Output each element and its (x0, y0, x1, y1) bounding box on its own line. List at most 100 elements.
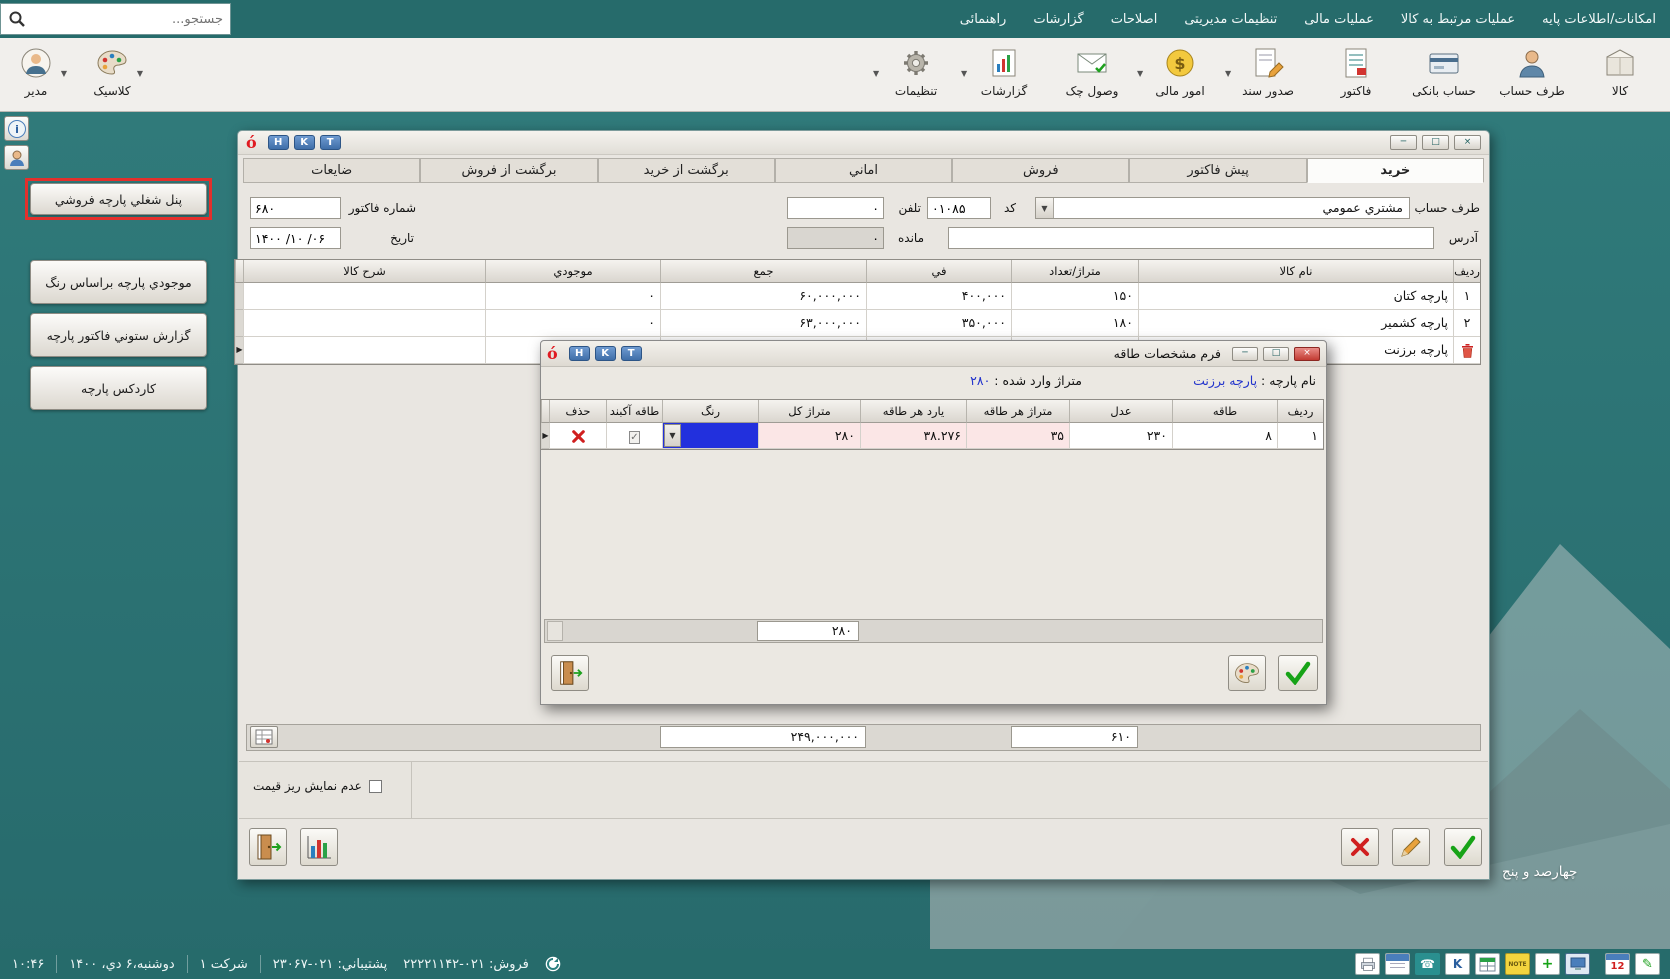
edit-button[interactable] (1392, 828, 1430, 866)
taskbar-edit-note-icon[interactable]: ✎ (1635, 953, 1660, 975)
chevron-down-icon[interactable]: ▼ (1137, 69, 1143, 78)
k-shortcut-button[interactable]: K (595, 346, 616, 361)
cell-stock[interactable]: ۰ (485, 310, 660, 337)
cell-row-number[interactable]: ۲ (1453, 310, 1480, 337)
menu-item-base-info[interactable]: امکانات/اطلاعات پایه (1542, 12, 1656, 27)
tab-purchase[interactable]: خريد (1307, 158, 1484, 183)
cell-yard-per-bale[interactable]: ۳۸.۲۷۶ (860, 423, 966, 449)
account-party-combobox[interactable]: مشتري عمومي ▼ (1035, 197, 1410, 219)
toolbar-cheque-collection-button[interactable]: وصول چک (1048, 41, 1136, 108)
taskbar-printer-icon[interactable] (1355, 953, 1380, 975)
address-field[interactable] (948, 227, 1434, 249)
grid-report-button[interactable] (250, 726, 278, 748)
chevron-down-icon[interactable]: ▼ (1225, 69, 1231, 78)
dialog-confirm-button[interactable] (1278, 655, 1318, 691)
cell-item-name[interactable]: پارچه کشمير (1138, 310, 1453, 337)
maximize-button[interactable]: □ (1422, 135, 1449, 150)
t-shortcut-button[interactable]: T (320, 135, 341, 150)
cell-description[interactable] (243, 337, 485, 364)
cell-row-selector[interactable] (235, 283, 243, 310)
taskbar-monitor-icon[interactable] (1565, 953, 1590, 975)
cell-description[interactable] (243, 310, 485, 337)
tab-purchase-return[interactable]: برگشت از خريد (598, 158, 775, 183)
hide-price-checkbox[interactable] (369, 780, 382, 793)
sidebar-stock-by-color-button[interactable]: موجودي پارچه براساس رنگ (30, 260, 207, 304)
delete-row-button[interactable] (1453, 337, 1480, 364)
exit-button[interactable] (249, 828, 287, 866)
cell-total[interactable]: ۶۰,۰۰۰,۰۰۰ (660, 283, 866, 310)
toolbar-settings-button[interactable]: ▼ تنظیمات (872, 41, 960, 108)
cell-unit-price[interactable]: ۴۰۰,۰۰۰ (866, 283, 1011, 310)
sidebar-fabric-kardex-button[interactable]: کاردکس پارچه (30, 366, 207, 410)
tab-consignment[interactable]: اماني (775, 158, 952, 183)
cell-quantity[interactable]: ۱۵۰ (1011, 283, 1138, 310)
taskbar-new-document-icon[interactable]: + (1535, 953, 1560, 975)
cell-row-number[interactable]: ۱ (1453, 283, 1480, 310)
chevron-down-icon[interactable]: ▼ (1036, 198, 1054, 218)
menu-item-admin-settings[interactable]: تنظیمات مدیریتی (1184, 12, 1277, 27)
toolbar-invoice-button[interactable]: فاکتور (1312, 41, 1400, 108)
cancel-button[interactable] (1341, 828, 1379, 866)
sealed-bale-cell[interactable]: ✓ (606, 423, 662, 449)
k-shortcut-button[interactable]: K (294, 135, 315, 150)
search-box[interactable] (0, 3, 231, 35)
toolbar-goods-button[interactable]: کالا (1576, 41, 1664, 108)
menu-item-goods-operations[interactable]: عملیات مرتبط به کالا (1401, 12, 1515, 27)
toolbar-financial-affairs-button[interactable]: ▼ $ امور مالی (1136, 41, 1224, 108)
chart-button[interactable] (300, 828, 338, 866)
code-field[interactable] (927, 197, 991, 219)
menu-item-corrections[interactable]: اصلاحات (1111, 12, 1158, 27)
sidebar-column-report-button[interactable]: گزارش ستوني فاکتور پارچه (30, 313, 207, 357)
minimize-button[interactable]: ─ (1390, 135, 1417, 150)
delete-row-button[interactable] (549, 423, 606, 449)
cell-stock[interactable]: ۰ (485, 283, 660, 310)
cell-bale[interactable]: ۸ (1172, 423, 1277, 449)
toolbar-account-party-button[interactable]: طرف حساب (1488, 41, 1576, 108)
info-button[interactable]: i (4, 116, 29, 141)
toolbar-bank-account-button[interactable]: حساب بانکی (1400, 41, 1488, 108)
color-picker-cell[interactable]: ▼ (662, 423, 758, 449)
dialog-exit-button[interactable] (551, 655, 589, 691)
cell-unit-price[interactable]: ۳۵۰,۰۰۰ (866, 310, 1011, 337)
menu-item-reports[interactable]: گزارشات (1033, 12, 1083, 27)
cell-item-name[interactable]: پارچه کتان (1138, 283, 1453, 310)
menu-item-financial-operations[interactable]: عملیات مالی (1304, 12, 1374, 27)
invoice-number-field[interactable] (250, 197, 341, 219)
cell-meter-per-bale[interactable]: ۳۵ (966, 423, 1069, 449)
cell-description[interactable] (243, 283, 485, 310)
phone-field[interactable] (787, 197, 884, 219)
dialog-minimize-button[interactable]: ─ (1232, 347, 1258, 361)
chevron-down-icon[interactable]: ▼ (664, 424, 681, 447)
cell-total[interactable]: ۶۳,۰۰۰,۰۰۰ (660, 310, 866, 337)
dialog-color-button[interactable] (1228, 655, 1266, 691)
hide-price-detail-option[interactable]: عدم نمايش ريز قيمت (253, 779, 382, 793)
close-button[interactable]: × (1454, 135, 1481, 150)
taskbar-calendar-icon[interactable] (1385, 953, 1410, 975)
taskbar-note-icon[interactable]: NOTE (1505, 953, 1530, 975)
sealed-bale-checkbox[interactable]: ✓ (629, 431, 639, 444)
tab-wastage[interactable]: ضايعات (243, 158, 420, 183)
dialog-maximize-button[interactable]: □ (1263, 347, 1289, 361)
cell-row-selector[interactable] (235, 310, 243, 337)
t-shortcut-button[interactable]: T (621, 346, 642, 361)
manager-view-button[interactable]: ▼ مدیر (6, 41, 66, 108)
cell-adl[interactable]: ۲۳۰ (1069, 423, 1172, 449)
toolbar-reports-button[interactable]: ▼ گزارشات (960, 41, 1048, 108)
classic-view-button[interactable]: ▼ کلاسیک (82, 41, 142, 108)
menu-item-help[interactable]: راهنمائی (960, 12, 1007, 27)
chevron-down-icon[interactable]: ▼ (873, 69, 879, 78)
tab-proforma[interactable]: پيش فاکتور (1129, 158, 1306, 183)
taskbar-phone-icon[interactable]: ☎ (1415, 953, 1440, 975)
dialog-close-button[interactable]: × (1294, 347, 1320, 361)
date-field[interactable] (250, 227, 341, 249)
h-shortcut-button[interactable]: H (569, 346, 590, 361)
user-button[interactable] (4, 145, 29, 170)
cell-row-number[interactable]: ۱ (1277, 423, 1323, 449)
toolbar-issue-document-button[interactable]: ▼ صدور سند (1224, 41, 1312, 108)
h-shortcut-button[interactable]: H (268, 135, 289, 150)
tab-sale[interactable]: فروش (952, 158, 1129, 183)
chevron-down-icon[interactable]: ▼ (61, 69, 67, 78)
taskbar-calendar-day-icon[interactable]: 12 (1605, 953, 1630, 975)
taskbar-table-icon[interactable] (1475, 953, 1500, 975)
chevron-down-icon[interactable]: ▼ (961, 69, 967, 78)
